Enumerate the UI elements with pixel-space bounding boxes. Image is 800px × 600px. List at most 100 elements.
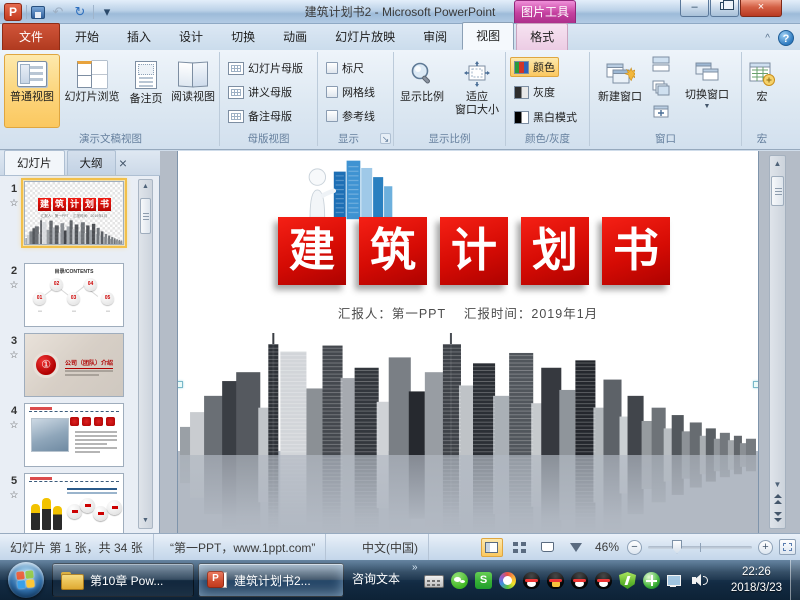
taskbar-clock[interactable]: 22:26 2018/3/23 xyxy=(731,564,782,596)
tab-insert[interactable]: 插入 xyxy=(114,24,164,50)
tab-transitions[interactable]: 切换 xyxy=(218,24,268,50)
slide-thumbnail-3[interactable]: ① 公司（团队）介绍 xyxy=(24,333,124,397)
scroll-down-icon[interactable]: ▼ xyxy=(770,477,785,492)
show-desktop-button[interactable] xyxy=(790,560,800,600)
switch-windows-button[interactable]: 切换窗口 ▼ xyxy=(678,54,736,128)
zoom-slider-thumb[interactable] xyxy=(672,540,682,554)
macros-button[interactable]: 宏 xyxy=(744,54,780,128)
previous-slide-button[interactable] xyxy=(770,492,785,508)
next-slide-button[interactable] xyxy=(770,510,785,526)
toolbar-overflow-icon[interactable]: » xyxy=(412,562,418,573)
zoom-in-button[interactable]: + xyxy=(758,540,773,555)
restore-button[interactable] xyxy=(710,0,739,17)
show-dialog-launcher-icon[interactable]: ↘ xyxy=(380,133,391,144)
tab-outline[interactable]: 大纲 xyxy=(67,150,116,175)
black-white-button[interactable]: 黑白模式 xyxy=(510,107,581,127)
slide-sorter-icon xyxy=(77,61,107,87)
guides-checkbox[interactable]: 参考线 xyxy=(322,106,379,126)
notes-page-button[interactable]: 备注页 xyxy=(124,54,168,128)
panel-scrollbar[interactable]: ▲ ▼ xyxy=(138,179,153,529)
gridlines-checkbox[interactable]: 网格线 xyxy=(322,82,379,102)
rainbow-icon[interactable] xyxy=(499,572,516,589)
minimize-button[interactable]: – xyxy=(680,0,709,17)
title-char-block: 书 xyxy=(602,217,670,285)
selection-handle-left[interactable] xyxy=(177,381,183,388)
taskbar-item-folder[interactable]: 第10章 Pow... xyxy=(52,563,194,597)
fit-to-window-button[interactable]: 适应 窗口大小 xyxy=(450,54,504,128)
grayscale-button[interactable]: 灰度 xyxy=(510,82,559,102)
reading-view-button[interactable]: 阅读视图 xyxy=(168,54,218,128)
slide-thumbnail-5[interactable] xyxy=(24,473,124,537)
tab-review[interactable]: 审阅 xyxy=(410,24,460,50)
network-icon[interactable] xyxy=(667,573,684,590)
tab-animations[interactable]: 动画 xyxy=(270,24,320,50)
scroll-up-icon[interactable]: ▲ xyxy=(770,156,785,171)
reading-view-toggle[interactable] xyxy=(537,538,559,557)
tab-slides[interactable]: 幻灯片 xyxy=(4,150,65,175)
panel-scrollbar-thumb[interactable] xyxy=(140,198,151,234)
antivirus-sphere-icon[interactable] xyxy=(643,572,660,589)
help-icon[interactable]: ? xyxy=(778,30,794,46)
mini-title-line xyxy=(67,488,117,490)
language-indicator[interactable]: 中文(中国) xyxy=(352,534,429,560)
cascade-windows-button[interactable] xyxy=(652,80,670,101)
dashed-rule xyxy=(29,481,119,482)
color-button[interactable]: 颜色 xyxy=(510,57,559,77)
editor-scrollbar[interactable]: ▲ ▼ xyxy=(769,155,786,529)
slide-sorter-button[interactable]: 幻灯片浏览 xyxy=(62,54,122,128)
panel-close-icon[interactable]: × xyxy=(114,155,132,173)
tab-format[interactable]: 格式 xyxy=(516,23,568,50)
taskbar-toolbar-label[interactable]: 咨询文本 xyxy=(352,570,400,587)
qq-icon[interactable] xyxy=(595,572,612,589)
slide-thumbnail-1[interactable]: 建筑计划书 汇报人：第一PPT 汇报时间：2019年1月 xyxy=(24,181,124,245)
city-skyline-image[interactable] xyxy=(178,333,759,455)
minimize-ribbon-icon[interactable]: ^ xyxy=(765,33,770,44)
new-window-button[interactable]: 新建窗口 xyxy=(592,54,648,128)
normal-view-button[interactable]: 普通视图 xyxy=(4,54,60,128)
tab-design[interactable]: 设计 xyxy=(166,24,216,50)
tab-file[interactable]: 文件 xyxy=(2,23,60,50)
normal-view-icon xyxy=(17,61,47,87)
group-show: 标尺 网格线 参考线 ↘ 显示 xyxy=(318,52,394,146)
zoom-percentage[interactable]: 46% xyxy=(595,540,619,554)
zoom-out-button[interactable]: − xyxy=(627,540,642,555)
tab-slideshow[interactable]: 幻灯片放映 xyxy=(322,24,408,50)
keyboard-icon[interactable] xyxy=(424,575,444,588)
volume-wave xyxy=(703,576,708,585)
ruler-checkbox[interactable]: 标尺 xyxy=(322,58,368,78)
normal-view-toggle[interactable] xyxy=(481,538,503,557)
tab-home[interactable]: 开始 xyxy=(62,24,112,50)
tab-view[interactable]: 视图 xyxy=(462,22,514,50)
slide-sorter-toggle[interactable] xyxy=(509,538,531,557)
new-window-icon xyxy=(605,61,635,87)
slide-thumbnail-4[interactable] xyxy=(24,403,124,467)
scroll-up-icon[interactable]: ▲ xyxy=(139,180,152,194)
slide-master-button[interactable]: 幻灯片母版 xyxy=(224,58,307,78)
selection-handle-right[interactable] xyxy=(753,381,759,388)
zoom-button[interactable]: 显示比例 xyxy=(396,54,448,128)
editor-scrollbar-thumb[interactable] xyxy=(771,176,784,206)
notes-master-button[interactable]: 备注母版 xyxy=(224,106,296,126)
slide-subtitle[interactable]: 汇报人：第一PPT 汇报时间：2019年1月 xyxy=(178,303,758,322)
arrange-all-button[interactable] xyxy=(652,56,670,77)
fit-slide-to-window-button[interactable] xyxy=(779,539,796,555)
slide-thumbnail-2[interactable]: 目录/CONTENTS 01 02 03 04 05 ▪▪▪▪ ▪▪▪▪ ▪▪▪… xyxy=(24,263,124,327)
scroll-down-icon[interactable]: ▼ xyxy=(139,514,152,528)
sogou-icon[interactable]: S xyxy=(475,572,492,589)
qq-icon[interactable] xyxy=(523,572,540,589)
slide-canvas[interactable]: 建 筑 计 划 书 汇报人：第一PPT 汇报时间：2019年1月 xyxy=(177,151,759,533)
zoom-slider[interactable] xyxy=(648,546,752,549)
volume-icon[interactable] xyxy=(691,572,708,589)
slideshow-toggle[interactable] xyxy=(565,538,587,557)
security-shield-icon[interactable] xyxy=(619,572,636,589)
wechat-icon[interactable] xyxy=(451,572,468,589)
qq-files-icon[interactable] xyxy=(547,572,564,589)
start-button[interactable] xyxy=(8,562,44,598)
handout-master-button[interactable]: 讲义母版 xyxy=(224,82,296,102)
move-split-button[interactable] xyxy=(652,104,670,125)
fit-window-icon xyxy=(463,61,491,87)
qq-icon[interactable] xyxy=(571,572,588,589)
close-button[interactable]: × xyxy=(740,0,782,17)
slide-title[interactable]: 建 筑 计 划 书 xyxy=(278,217,670,285)
taskbar-item-powerpoint[interactable]: 建筑计划书2... xyxy=(198,563,344,597)
